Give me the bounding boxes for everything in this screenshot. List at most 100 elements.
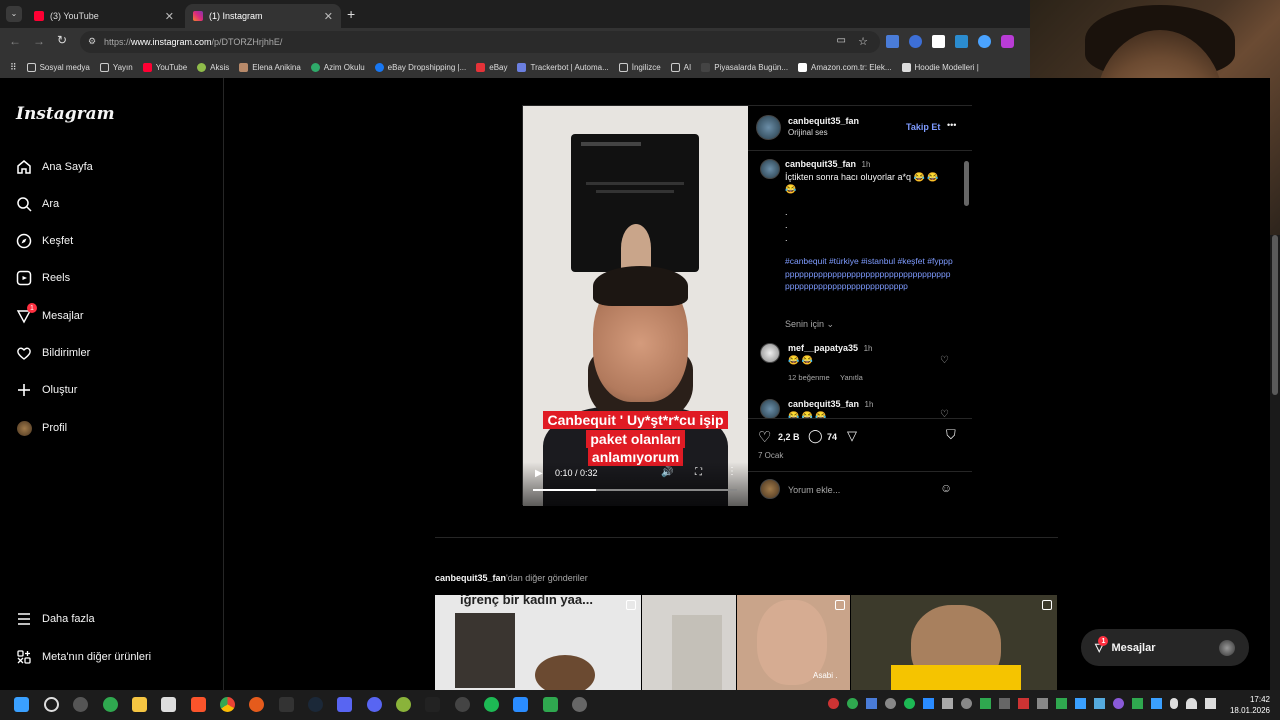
caption-username[interactable]: canbequit35_fan: [785, 159, 856, 169]
tray-icon[interactable]: [1151, 698, 1162, 709]
bookmark-item[interactable]: Trackerbot | Automa...: [517, 62, 609, 72]
star-icon[interactable]: ☆: [858, 35, 868, 48]
sidebar-item-explore[interactable]: Keşfet: [16, 231, 73, 251]
bookmark-item[interactable]: eBay Dropshipping |...: [374, 62, 466, 72]
brave-icon[interactable]: [191, 697, 206, 712]
forward-icon[interactable]: →: [33, 34, 45, 48]
tray-icon[interactable]: [1037, 698, 1048, 709]
comment-icon[interactable]: ◯: [808, 428, 823, 444]
bookmark-item[interactable]: İngilizce: [618, 62, 661, 72]
sidebar-item-notifications[interactable]: Bildirimler: [16, 343, 90, 363]
follow-button[interactable]: Takip Et: [906, 122, 940, 132]
comment-likes[interactable]: 12 beğenme: [788, 373, 830, 382]
extension-icon[interactable]: [1001, 35, 1014, 48]
bookmark-item[interactable]: Amazon.com.tr: Elek...: [798, 62, 892, 72]
windows-start-icon[interactable]: [14, 697, 29, 712]
steam-icon[interactable]: [308, 697, 323, 712]
author-avatar[interactable]: [760, 399, 780, 418]
address-bar[interactable]: ⚙ https://www.instagram.com/p/DTORZHrjhh…: [80, 31, 880, 53]
sidebar-item-profile[interactable]: Profil: [16, 418, 67, 438]
tray-icon[interactable]: [866, 698, 877, 709]
taskbar-app-icon[interactable]: [572, 697, 587, 712]
reply-button[interactable]: Yanıtla: [840, 373, 863, 382]
microphone-icon[interactable]: [1170, 698, 1178, 709]
sidebar-item-search[interactable]: Ara: [16, 194, 59, 214]
spotify-icon[interactable]: [484, 697, 499, 712]
discord-icon[interactable]: [367, 697, 382, 712]
comment-username[interactable]: canbequit35_fan: [788, 399, 859, 409]
volume-icon[interactable]: [1205, 698, 1216, 709]
tray-icon[interactable]: [999, 698, 1010, 709]
bookmark-item[interactable]: Elena Anikina: [239, 62, 301, 72]
tray-icon[interactable]: [1018, 698, 1029, 709]
page-scrollbar-thumb[interactable]: [1272, 235, 1278, 395]
back-icon[interactable]: ←: [9, 34, 21, 48]
tray-icon[interactable]: [904, 698, 915, 709]
tray-icon[interactable]: [1132, 698, 1143, 709]
author-avatar[interactable]: [760, 159, 780, 179]
volume-icon[interactable]: 🔊: [661, 467, 673, 478]
taskbar-app-icon[interactable]: [396, 697, 411, 712]
more-post-thumbnail[interactable]: Asabi .: [737, 595, 850, 690]
taskbar-app-icon[interactable]: [73, 697, 88, 712]
reel-video[interactable]: Canbequit ' Uy*şt*r*cu işip paket olanla…: [523, 106, 748, 506]
tab-instagram[interactable]: (1) Instagram ✕: [185, 4, 341, 28]
like-heart-icon[interactable]: ♡: [758, 428, 771, 446]
sidebar-item-meta[interactable]: Meta'nın diğer ürünleri: [16, 647, 151, 667]
emoji-icon[interactable]: ☺: [940, 481, 952, 495]
sidebar-item-reels[interactable]: Reels: [16, 268, 70, 288]
comments-scrollbar-thumb[interactable]: [964, 161, 969, 206]
xbox-icon[interactable]: [103, 697, 118, 712]
bookmark-icon[interactable]: ⛉: [946, 427, 956, 443]
more-post-thumbnail[interactable]: [642, 595, 736, 690]
site-info-icon[interactable]: ⚙: [88, 36, 96, 47]
author-avatar[interactable]: [756, 115, 781, 140]
tray-icon[interactable]: [885, 698, 896, 709]
tray-icon[interactable]: [1113, 698, 1124, 709]
bookmark-item[interactable]: AI: [670, 62, 691, 72]
file-explorer-icon[interactable]: [132, 697, 147, 712]
tray-icon[interactable]: [923, 698, 934, 709]
add-comment-input[interactable]: Yorum ekle...: [788, 485, 840, 495]
tray-icon[interactable]: [961, 698, 972, 709]
tray-icon[interactable]: [1075, 698, 1086, 709]
play-icon[interactable]: ▶: [535, 468, 543, 479]
video-progress-track[interactable]: [533, 489, 737, 491]
tray-icon[interactable]: [980, 698, 991, 709]
page-scrollbar[interactable]: [1270, 235, 1280, 690]
chrome-icon[interactable]: [220, 697, 235, 712]
extension-icon[interactable]: [909, 35, 922, 48]
tray-icon[interactable]: [1056, 698, 1067, 709]
comments-count[interactable]: 74: [827, 432, 837, 442]
for-you-dropdown[interactable]: Senin için ⌄: [785, 319, 834, 330]
close-tab-icon[interactable]: ✕: [324, 10, 333, 23]
instagram-logo[interactable]: Instagram: [16, 104, 115, 124]
sidebar-item-home[interactable]: Ana Sayfa: [16, 157, 93, 177]
tab-search-button[interactable]: ⌄: [6, 6, 22, 22]
sidebar-item-messages[interactable]: 1 Mesajlar: [16, 303, 84, 326]
taskbar-app-icon[interactable]: [425, 697, 440, 712]
bookmark-item[interactable]: Yayın: [99, 62, 133, 72]
author-username[interactable]: canbequit35_fan: [788, 116, 859, 126]
close-tab-icon[interactable]: ✕: [165, 10, 174, 23]
bookmark-item[interactable]: YouTube: [142, 62, 187, 72]
taskbar-clock[interactable]: 17:42 18.01.2026: [1230, 694, 1270, 716]
search-icon[interactable]: [44, 697, 59, 712]
tray-icon[interactable]: [942, 698, 953, 709]
bookmark-item[interactable]: Azim Okulu: [310, 62, 365, 72]
bookmark-item[interactable]: Aksis: [197, 62, 229, 72]
tray-icon[interactable]: [847, 698, 858, 709]
wifi-icon[interactable]: [1186, 698, 1197, 709]
tray-icon[interactable]: [1094, 698, 1105, 709]
messages-floating-button[interactable]: ▽ 1 Mesajlar: [1081, 629, 1249, 666]
bookmark-item[interactable]: Piyasalarda Bugün...: [701, 62, 788, 72]
comment-username[interactable]: mef__papatya35: [788, 343, 858, 353]
sidebar-item-more[interactable]: Daha fazla: [16, 609, 95, 629]
sidebar-item-create[interactable]: Oluştur: [16, 380, 77, 400]
reload-icon[interactable]: ↻: [57, 33, 67, 47]
extension-icon[interactable]: [955, 35, 968, 48]
more-post-thumbnail[interactable]: iğrenç bir kadın yaa...: [435, 595, 641, 690]
comments-scroll[interactable]: canbequit35_fan 1h İçtikten sonra hacı o…: [748, 150, 972, 418]
more-options-icon[interactable]: •••: [947, 120, 956, 130]
taskbar-app-icon[interactable]: [337, 697, 352, 712]
